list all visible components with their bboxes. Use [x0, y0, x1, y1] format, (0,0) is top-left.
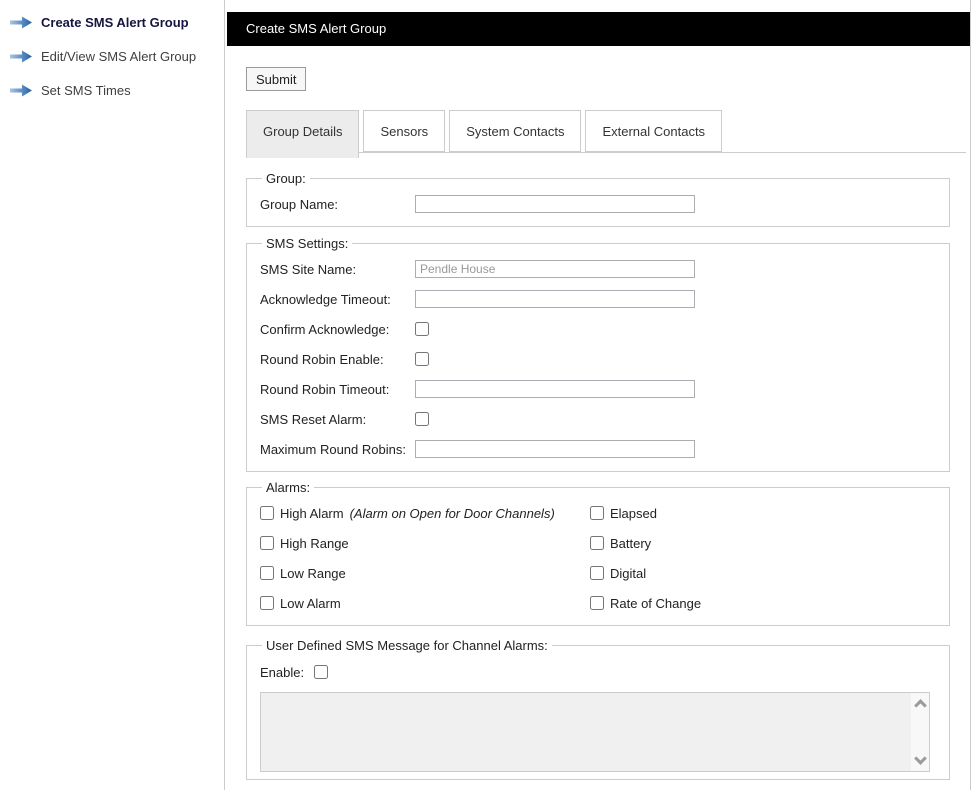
acknowledge-timeout-input[interactable]	[415, 290, 695, 308]
digital-label: Digital	[610, 565, 647, 581]
alarm-rate-of-change: Rate of Change	[590, 588, 949, 618]
sidebar-item-create-sms-alert-group[interactable]: Create SMS Alert Group	[0, 12, 224, 32]
rate-of-change-label: Rate of Change	[610, 595, 702, 611]
alarm-digital: Digital	[590, 558, 949, 588]
arrow-right-icon	[10, 16, 32, 29]
round-robin-timeout-label: Round Robin Timeout:	[260, 381, 390, 397]
user-message-legend: User Defined SMS Message for Channel Ala…	[266, 638, 548, 653]
sms-settings-legend: SMS Settings:	[266, 236, 349, 251]
round-robin-timeout-input[interactable]	[415, 380, 695, 398]
group-name-row: Group Name:	[260, 189, 949, 219]
chevron-down-icon[interactable]	[913, 752, 927, 765]
sidebar: Create SMS Alert Group Edit/View SMS Ale…	[0, 0, 225, 790]
group-legend: Group:	[266, 171, 306, 186]
sms-settings-fieldset: SMS Settings: SMS Site Name: Acknowledge…	[246, 236, 950, 472]
group-details-panel: Group: Group Name: SMS Settings: SMS Sit…	[246, 171, 966, 790]
acknowledge-timeout-label: Acknowledge Timeout:	[260, 291, 391, 307]
high-range-label: High Range	[280, 535, 349, 551]
group-name-input[interactable]	[415, 195, 695, 213]
battery-checkbox[interactable]	[590, 536, 604, 550]
low-range-checkbox[interactable]	[260, 566, 274, 580]
sms-reset-alarm-row: SMS Reset Alarm:	[260, 404, 949, 434]
maximum-round-robins-label: Maximum Round Robins:	[260, 441, 406, 457]
textarea-scrollbar[interactable]	[911, 693, 929, 771]
page-title: Create SMS Alert Group	[227, 12, 970, 46]
low-alarm-checkbox[interactable]	[260, 596, 274, 610]
sms-site-name-label: SMS Site Name:	[260, 261, 357, 277]
low-alarm-label: Low Alarm	[280, 595, 341, 611]
sms-reset-alarm-label: SMS Reset Alarm:	[260, 411, 367, 427]
round-robin-enable-row: Round Robin Enable:	[260, 344, 949, 374]
round-robin-enable-label: Round Robin Enable:	[260, 351, 384, 367]
sms-site-name-row: SMS Site Name:	[260, 254, 949, 284]
acknowledge-timeout-row: Acknowledge Timeout:	[260, 284, 949, 314]
alarm-high-alarm: High Alarm (Alarm on Open for Door Chann…	[260, 498, 590, 528]
submit-button[interactable]: Submit	[246, 67, 307, 91]
alarms-grid: High Alarm (Alarm on Open for Door Chann…	[260, 498, 949, 618]
page: Create SMS Alert Group Edit/View SMS Ale…	[0, 0, 974, 790]
high-range-checkbox[interactable]	[260, 536, 274, 550]
sidebar-item-label: Edit/View SMS Alert Group	[41, 48, 197, 64]
low-range-label: Low Range	[280, 565, 346, 581]
sidebar-item-set-sms-times[interactable]: Set SMS Times	[0, 80, 224, 100]
high-alarm-checkbox[interactable]	[260, 506, 274, 520]
tab-system-contacts[interactable]: System Contacts	[449, 110, 582, 152]
tab-external-contacts[interactable]: External Contacts	[585, 110, 723, 152]
message-textarea[interactable]	[260, 692, 930, 772]
digital-checkbox[interactable]	[590, 566, 604, 580]
user-message-fieldset: User Defined SMS Message for Channel Ala…	[246, 638, 950, 780]
battery-label: Battery	[610, 535, 652, 551]
tab-sensors[interactable]: Sensors	[363, 110, 446, 152]
sms-site-name-input[interactable]	[415, 260, 695, 278]
rate-of-change-checkbox[interactable]	[590, 596, 604, 610]
alarm-battery: Battery	[590, 528, 949, 558]
maximum-round-robins-input[interactable]	[415, 440, 695, 458]
sms-reset-alarm-checkbox[interactable]	[415, 412, 429, 426]
alarm-low-alarm: Low Alarm	[260, 588, 590, 618]
enable-row: Enable:	[260, 658, 949, 686]
main-content: Create SMS Alert Group Submit Group Deta…	[227, 0, 971, 790]
enable-label: Enable:	[260, 664, 305, 680]
alarms-legend: Alarms:	[266, 480, 311, 495]
alarm-elapsed: Elapsed	[590, 498, 949, 528]
alarm-low-range: Low Range	[260, 558, 590, 588]
group-name-label: Group Name:	[260, 196, 339, 212]
alarm-high-range: High Range	[260, 528, 590, 558]
round-robin-timeout-row: Round Robin Timeout:	[260, 374, 949, 404]
chevron-up-icon[interactable]	[913, 699, 927, 712]
alarms-fieldset: Alarms: High Alarm (Alarm on Open for Do…	[246, 480, 950, 626]
elapsed-checkbox[interactable]	[590, 506, 604, 520]
confirm-acknowledge-row: Confirm Acknowledge:	[260, 314, 949, 344]
confirm-acknowledge-label: Confirm Acknowledge:	[260, 321, 390, 337]
sidebar-item-label: Create SMS Alert Group	[41, 14, 189, 30]
sidebar-item-label: Set SMS Times	[41, 82, 131, 98]
high-alarm-note: (Alarm on Open for Door Channels)	[349, 505, 555, 521]
sidebar-item-edit-view-sms-alert-group[interactable]: Edit/View SMS Alert Group	[0, 46, 224, 66]
tab-bar: Group Details Sensors System Contacts Ex…	[246, 110, 966, 158]
high-alarm-label: High Alarm	[280, 505, 344, 521]
round-robin-enable-checkbox[interactable]	[415, 352, 429, 366]
confirm-acknowledge-checkbox[interactable]	[415, 322, 429, 336]
maximum-round-robins-row: Maximum Round Robins:	[260, 434, 949, 464]
arrow-right-icon	[10, 84, 32, 97]
message-textarea-wrap	[260, 692, 930, 772]
tab-group-details[interactable]: Group Details	[246, 110, 360, 158]
elapsed-label: Elapsed	[610, 505, 657, 521]
group-fieldset: Group: Group Name:	[246, 171, 950, 227]
arrow-right-icon	[10, 50, 32, 63]
enable-checkbox[interactable]	[314, 665, 329, 679]
